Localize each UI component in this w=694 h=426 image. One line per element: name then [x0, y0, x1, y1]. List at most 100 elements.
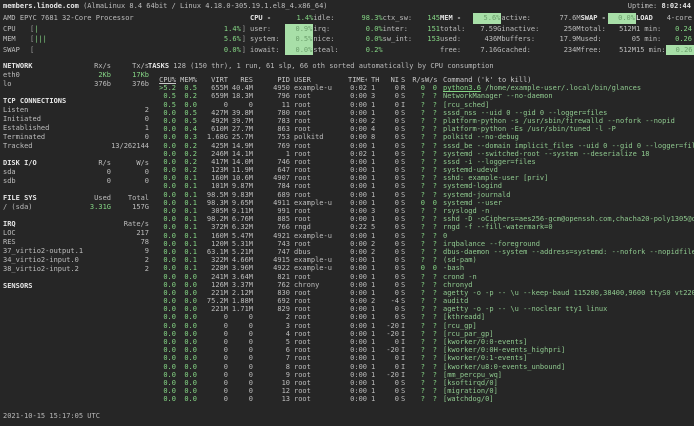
- proc-command: sssd_nss --uid 0 --gid 0 --logger=files: [443, 109, 694, 117]
- process-row: 0.00.1372M6.32M766rngd0:2250S??rngd -f -…: [148, 223, 694, 231]
- proc-pid: 991: [253, 207, 290, 215]
- proc-cpu: 0.0: [148, 330, 176, 338]
- proc-mem: 0.0: [176, 330, 197, 338]
- stat-value: 250M: [564, 24, 581, 35]
- proc-rs: ?: [411, 281, 425, 289]
- proc-ni: 0: [379, 363, 399, 371]
- proc-ws: ?: [425, 387, 437, 395]
- process-row: 0.00.31.68G25.7M753polkitd0:0080S??polki…: [148, 133, 694, 141]
- stat-label: buffers:: [501, 34, 535, 45]
- proc-res: 5.47M: [228, 232, 253, 240]
- col-mem: MEM%: [176, 76, 197, 84]
- process-row: 0.00.2123M11.9M647root0:0010S??systemd-u…: [148, 166, 694, 174]
- proc-pid: 10: [253, 379, 290, 387]
- proc-user: root: [294, 101, 348, 109]
- proc-ws: ?: [425, 158, 437, 166]
- proc-user: root: [294, 313, 348, 321]
- stat-label: inter:: [383, 24, 408, 35]
- item-value1: 376b: [69, 80, 111, 89]
- proc-s: I: [401, 101, 409, 109]
- proc-rs: ?: [411, 305, 425, 313]
- proc-thr: 1: [371, 313, 379, 321]
- sidebar: NETWORKRx/sTx/seth02Kb17Kblo376b376bTCP …: [3, 62, 149, 299]
- proc-thr: 1: [371, 166, 379, 174]
- proc-rs: ?: [411, 387, 425, 395]
- proc-pid: 762: [253, 281, 290, 289]
- glances-terminal[interactable]: members.linode.com (AlmaLinux 8.4 64bit …: [0, 0, 694, 426]
- proc-thr: 1: [371, 363, 379, 371]
- item-value1: 0: [69, 168, 111, 177]
- proc-ws: ?: [425, 207, 437, 215]
- proc-cpu: 0.0: [148, 150, 176, 158]
- col-res: RES: [228, 76, 253, 84]
- item-value2: 78: [111, 238, 149, 247]
- proc-res: 18.3M: [228, 92, 253, 100]
- proc-cpu: 0.5: [148, 92, 176, 100]
- proc-pid: 783: [253, 117, 290, 125]
- proc-s: S: [401, 281, 409, 289]
- proc-ws: ?: [425, 232, 437, 240]
- proc-time: 0:00: [348, 232, 367, 240]
- proc-user: root: [294, 207, 348, 215]
- proc-command: platform-python -Es /usr/sbin/tuned -l -…: [443, 125, 694, 133]
- gauge-percent: 5.6%: [224, 34, 241, 45]
- sidebar-section-file-sys: FILE SYSUsedTotal/ (sda)3.31G157G: [3, 194, 149, 212]
- proc-user: root: [294, 158, 348, 166]
- proc-virt: 417M: [197, 158, 228, 166]
- proc-thr: 1: [371, 142, 379, 150]
- proc-user: example-u: [294, 256, 348, 264]
- proc-user: rngd: [294, 223, 348, 231]
- proc-virt: 427M: [197, 109, 228, 117]
- proc-rs: 0: [411, 264, 425, 272]
- process-row: 0.00.5492M39.7M783root0:0020S??platform-…: [148, 117, 694, 125]
- proc-ni: 0: [379, 207, 399, 215]
- proc-pid: 743: [253, 240, 290, 248]
- proc-thr: 1: [371, 232, 379, 240]
- proc-virt: 0: [197, 313, 228, 321]
- stat-value: 0.9%: [285, 24, 313, 35]
- stat-value: 5.6%: [473, 13, 501, 24]
- proc-ws: ?: [425, 379, 437, 387]
- proc-rs: ?: [411, 273, 425, 281]
- proc-user: root: [294, 174, 348, 182]
- col-ws: W/s: [425, 76, 437, 84]
- proc-virt: 0: [197, 371, 228, 379]
- stat-value: 7.59G: [480, 24, 501, 35]
- proc-mem: 0.1: [176, 264, 197, 272]
- item-name: / (sda): [3, 203, 69, 212]
- item-value2: 2: [111, 106, 149, 115]
- proc-rs: ?: [411, 232, 425, 240]
- proc-s: S: [401, 297, 409, 305]
- proc-user: root: [294, 371, 348, 379]
- proc-thr: 1: [371, 387, 379, 395]
- process-row: 0.00.00013root0:0010S??[watchdog/0]: [148, 395, 694, 403]
- proc-time: 0:00: [348, 338, 367, 346]
- stat-label: irq:: [313, 24, 330, 35]
- proc-cpu: 0.0: [148, 289, 176, 297]
- proc-res: 1.71M: [228, 305, 253, 313]
- proc-pid: 11: [253, 101, 290, 109]
- proc-ni: 0: [379, 354, 399, 362]
- proc-ws: 0: [425, 84, 437, 92]
- sidebar-row: LOC217: [3, 229, 149, 238]
- proc-rs: ?: [411, 166, 425, 174]
- proc-ws: ?: [425, 256, 437, 264]
- item-value2: 0: [111, 177, 149, 186]
- proc-mem: 0.2: [176, 92, 197, 100]
- proc-rs: ?: [411, 289, 425, 297]
- proc-time: 0:00: [348, 101, 367, 109]
- proc-user: chrony: [294, 281, 348, 289]
- proc-virt: 228M: [197, 264, 228, 272]
- sidebar-row: / (sda)3.31G157G: [3, 203, 149, 212]
- proc-s: S: [401, 289, 409, 297]
- proc-time: 0:00: [348, 371, 367, 379]
- proc-s: I: [401, 354, 409, 362]
- proc-res: 4.66M: [228, 256, 253, 264]
- proc-pid: 753: [253, 133, 290, 141]
- proc-ni: 0: [379, 142, 399, 150]
- gauge-label: MEM: [3, 34, 30, 45]
- proc-ni: 0: [379, 264, 399, 272]
- proc-cpu: 0.0: [148, 109, 176, 117]
- proc-pid: 9: [253, 371, 290, 379]
- gauge-bar: |: [34, 24, 224, 35]
